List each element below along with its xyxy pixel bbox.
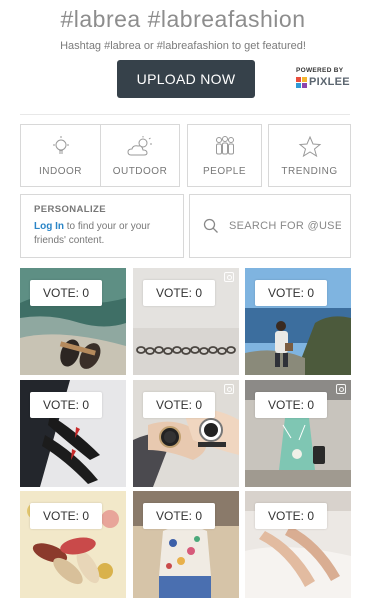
cloud-sun-icon bbox=[127, 136, 152, 156]
instagram-icon bbox=[224, 384, 234, 394]
vote-button[interactable]: VOTE: 0 bbox=[143, 503, 215, 529]
search-input[interactable]: SEARCH FOR @USE bbox=[229, 220, 341, 232]
search-icon bbox=[203, 218, 218, 233]
photo-tile[interactable]: VOTE: 0 bbox=[245, 491, 351, 598]
photo-tile[interactable]: VOTE: 0 bbox=[20, 491, 126, 598]
powered-by-label: POWERED BY bbox=[296, 67, 344, 74]
upload-now-button[interactable]: UPLOAD NOW bbox=[117, 60, 255, 98]
category-label: OUTDOOR bbox=[112, 166, 168, 177]
category-label: PEOPLE bbox=[202, 166, 247, 177]
photo-tile[interactable]: VOTE: 0 bbox=[133, 268, 239, 375]
vote-button[interactable]: VOTE: 0 bbox=[255, 392, 327, 418]
star-icon bbox=[298, 135, 321, 158]
powered-by-pixlee[interactable]: POWERED BY PIXLEE bbox=[296, 67, 356, 88]
instagram-icon bbox=[336, 384, 346, 394]
photo-tile[interactable]: VOTE: 0 bbox=[20, 268, 126, 375]
vote-button[interactable]: VOTE: 0 bbox=[255, 280, 327, 306]
login-link[interactable]: Log In bbox=[34, 221, 64, 232]
vote-button[interactable]: VOTE: 0 bbox=[30, 280, 102, 306]
lightbulb-icon bbox=[52, 136, 69, 154]
search-user-box[interactable]: SEARCH FOR @USE bbox=[189, 194, 351, 258]
pixlee-brand: PIXLEE bbox=[309, 76, 350, 88]
photo-tile[interactable]: VOTE: 0 bbox=[245, 268, 351, 375]
page-subtitle: Hashtag #labrea or #labreafashion to get… bbox=[60, 40, 306, 52]
vote-button[interactable]: VOTE: 0 bbox=[255, 503, 327, 529]
category-people[interactable]: PEOPLE bbox=[187, 124, 262, 187]
people-icon bbox=[215, 136, 234, 155]
vote-button[interactable]: VOTE: 0 bbox=[30, 392, 102, 418]
category-outdoor[interactable]: OUTDOOR bbox=[100, 124, 180, 187]
vote-button[interactable]: VOTE: 0 bbox=[143, 392, 215, 418]
page-title: #labrea #labreafashion bbox=[60, 6, 306, 32]
vote-button[interactable]: VOTE: 0 bbox=[30, 503, 102, 529]
category-label: TRENDING bbox=[281, 166, 338, 177]
photo-tile[interactable]: VOTE: 0 bbox=[133, 380, 239, 487]
category-label: INDOOR bbox=[39, 166, 82, 177]
photo-tile[interactable]: VOTE: 0 bbox=[133, 491, 239, 598]
personalize-panel: PERSONALIZE Log In to find your or your … bbox=[20, 194, 184, 258]
pixlee-logo-icon bbox=[296, 76, 307, 88]
instagram-icon bbox=[224, 272, 234, 282]
personalize-text: Log In to find your or your friends' con… bbox=[34, 220, 183, 248]
category-indoor[interactable]: INDOOR bbox=[20, 124, 101, 187]
photo-tile[interactable]: VOTE: 0 bbox=[20, 380, 126, 487]
category-trending[interactable]: TRENDING bbox=[268, 124, 351, 187]
vote-button[interactable]: VOTE: 0 bbox=[143, 280, 215, 306]
photo-tile[interactable]: VOTE: 0 bbox=[245, 380, 351, 487]
header-divider bbox=[20, 114, 350, 115]
personalize-title: PERSONALIZE bbox=[34, 204, 106, 215]
